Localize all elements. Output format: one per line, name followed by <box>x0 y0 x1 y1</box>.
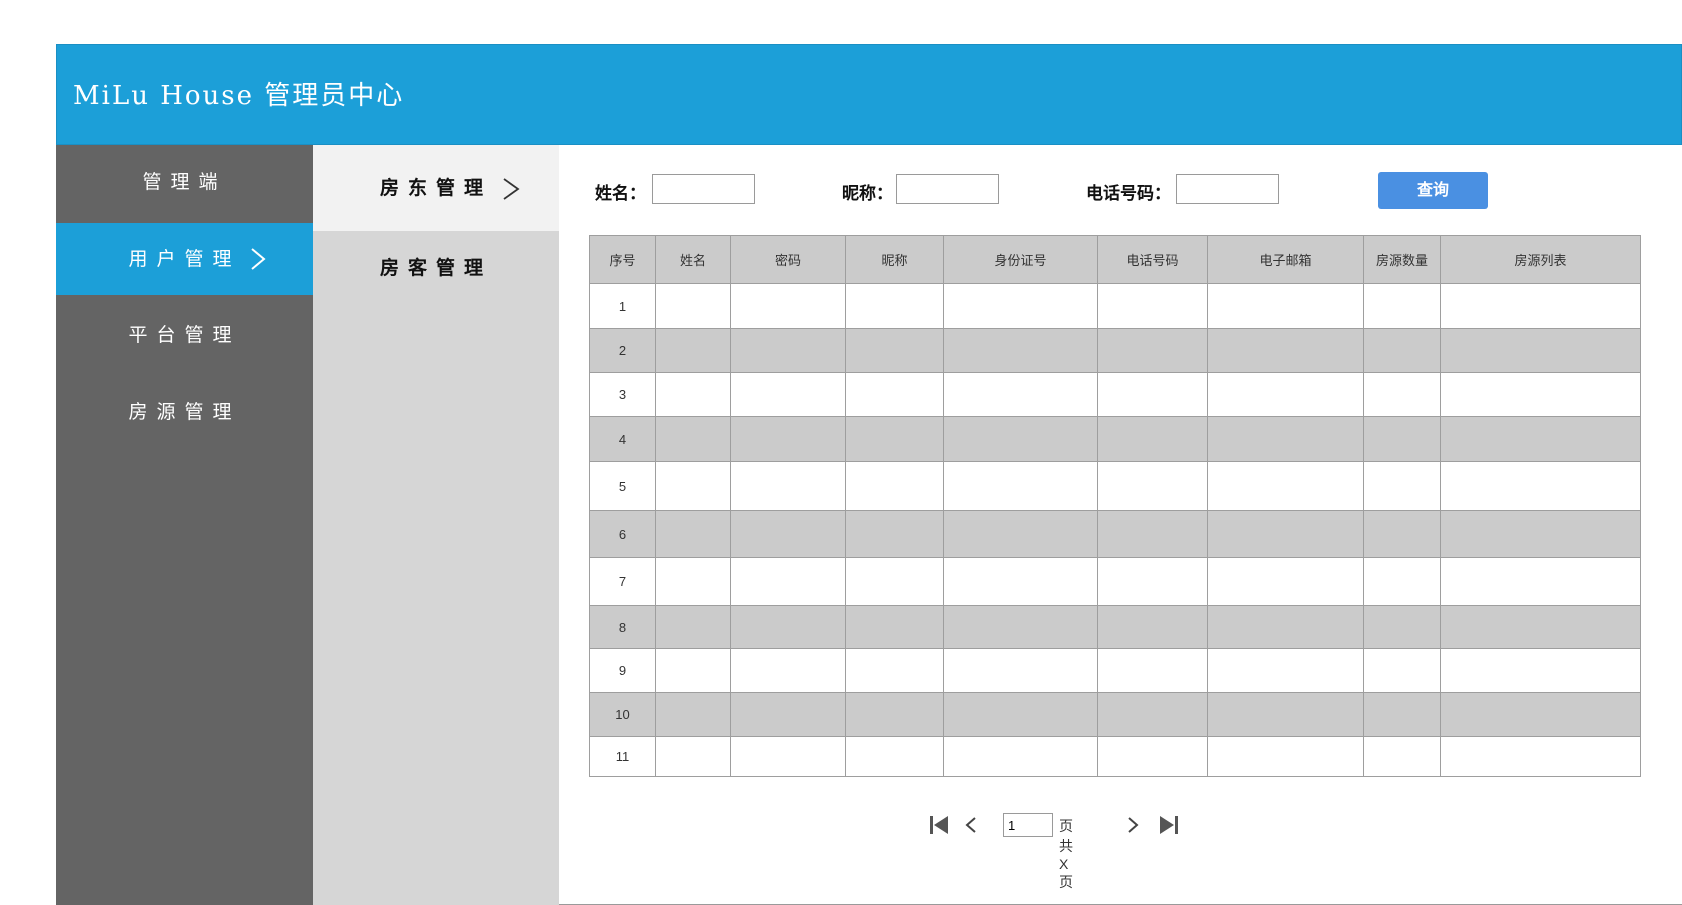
sidebar-item-label: 房源管理 <box>128 401 241 423</box>
row-index-cell: 2 <box>589 328 656 373</box>
nickname-label: 昵称： <box>842 184 893 203</box>
table-row[interactable]: 4 <box>589 416 1641 462</box>
sidebar-item-platform-management[interactable]: 平台管理 <box>56 295 313 375</box>
column-header-email: 电子邮箱 <box>1207 235 1364 284</box>
phone-label: 电话号码： <box>1086 184 1171 203</box>
table-header-row: 序号 姓名 密码 昵称 身份证号 电话号码 电子邮箱 房源数量 房源列表 <box>589 235 1641 284</box>
main-content: 姓名： 昵称： 电话号码： 查询 序号 姓名 密码 昵称 身份证号 电话号码 电… <box>559 145 1682 905</box>
nickname-input[interactable] <box>896 174 999 204</box>
sidebar-item-user-management[interactable]: 用户管理 <box>56 223 313 295</box>
table-row[interactable]: 6 <box>589 510 1641 558</box>
sidebar-item-listing-management[interactable]: 房源管理 <box>56 375 313 450</box>
sidebar-item-admin: 管理端 <box>56 145 313 223</box>
row-index-cell: 10 <box>589 692 656 737</box>
previous-page-icon[interactable] <box>964 816 978 834</box>
header-bar: MiLu House 管理员中心 <box>56 44 1682 145</box>
app-title: MiLu House 管理员中心 <box>73 81 405 111</box>
subnav-item-label: 房客管理 <box>379 257 492 279</box>
column-header-name: 姓名 <box>655 235 731 284</box>
column-header-id-number: 身份证号 <box>943 235 1098 284</box>
column-header-index: 序号 <box>589 235 656 284</box>
subnav-item-landlord-management[interactable]: 房东管理 <box>313 145 559 231</box>
row-index-cell: 5 <box>589 461 656 511</box>
subnav-item-tenant-management[interactable]: 房客管理 <box>313 231 559 305</box>
subnav-item-label: 房东管理 <box>379 177 492 199</box>
column-header-phone: 电话号码 <box>1097 235 1208 284</box>
table-row[interactable]: 10 <box>589 692 1641 737</box>
query-button[interactable]: 查询 <box>1378 172 1488 209</box>
page-number-input[interactable] <box>1003 813 1053 837</box>
table-row[interactable]: 7 <box>589 557 1641 606</box>
table-row[interactable]: 9 <box>589 648 1641 693</box>
sidebar-item-label: 用户管理 <box>128 248 241 270</box>
column-header-password: 密码 <box>730 235 846 284</box>
chevron-right-icon <box>503 178 520 200</box>
table-row[interactable]: 3 <box>589 372 1641 417</box>
table-row[interactable]: 2 <box>589 328 1641 373</box>
column-header-listing-count: 房源数量 <box>1363 235 1441 284</box>
sidebar: 管理端 用户管理 平台管理 房源管理 <box>56 145 313 905</box>
user-table: 序号 姓名 密码 昵称 身份证号 电话号码 电子邮箱 房源数量 房源列表 1 2 <box>589 235 1641 777</box>
sidebar-item-label: 平台管理 <box>128 324 241 346</box>
row-index-cell: 1 <box>589 283 656 329</box>
row-index-cell: 11 <box>589 736 656 777</box>
row-index-cell: 3 <box>589 372 656 417</box>
row-index-cell: 8 <box>589 605 656 649</box>
sub-navigation: 房东管理 房客管理 <box>313 145 559 905</box>
table-row[interactable]: 11 <box>589 736 1641 777</box>
page-total-text: 页共X页 <box>1059 818 1073 890</box>
name-input[interactable] <box>652 174 755 204</box>
admin-app: MiLu House 管理员中心 管理端 用户管理 平台管理 房源管理 房东管理… <box>56 44 1682 905</box>
row-index-cell: 6 <box>589 510 656 558</box>
phone-input[interactable] <box>1176 174 1279 204</box>
row-index-cell: 9 <box>589 648 656 693</box>
table-row[interactable]: 8 <box>589 605 1641 649</box>
name-label: 姓名： <box>595 184 646 203</box>
next-page-icon[interactable] <box>1126 816 1140 834</box>
column-header-listing-list: 房源列表 <box>1440 235 1641 284</box>
column-header-nickname: 昵称 <box>845 235 944 284</box>
row-index-cell: 4 <box>589 416 656 462</box>
chevron-right-icon <box>251 248 266 270</box>
row-index-cell: 7 <box>589 557 656 606</box>
last-page-icon[interactable] <box>1159 815 1179 835</box>
sidebar-item-label: 管理端 <box>142 171 227 193</box>
table-row[interactable]: 5 <box>589 461 1641 511</box>
table-row[interactable]: 1 <box>589 283 1641 329</box>
first-page-icon[interactable] <box>929 815 949 835</box>
